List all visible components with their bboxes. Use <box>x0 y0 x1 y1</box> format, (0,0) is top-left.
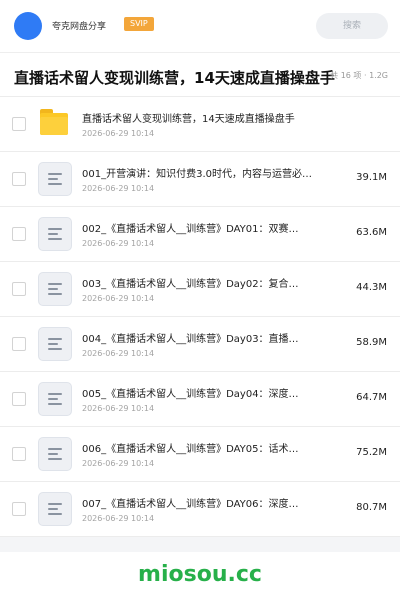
file-name[interactable]: 003_《直播话术留人__训练营》Day02：复合… <box>82 275 318 290</box>
file-size: 44.3M <box>356 282 387 293</box>
watermark: miosou.cc <box>138 562 262 587</box>
file-size: 39.1M <box>356 172 387 183</box>
file-date: 2026-06-29 10:14 <box>82 294 155 303</box>
folder-title-bar: 直播话术留人变现训练营，14天速成直播操盘手 共 16 项 · 1.2G <box>0 52 400 97</box>
row-checkbox[interactable] <box>12 447 26 461</box>
file-size: 64.7M <box>356 392 387 403</box>
brand-name: 夸克网盘分享 <box>52 22 107 32</box>
file-date: 2026-06-29 10:14 <box>82 239 155 248</box>
file-name[interactable]: 002_《直播话术留人__训练营》DAY01：双赛… <box>82 220 318 235</box>
file-size: 75.2M <box>356 447 387 458</box>
file-row[interactable]: 005_《直播话术留人__训练营》Day04：深度… 2026-06-29 10:… <box>0 372 400 427</box>
file-name[interactable]: 004_《直播话术留人__训练营》Day03：直播… <box>82 330 318 345</box>
row-checkbox[interactable] <box>12 117 26 131</box>
page-title: 直播话术留人变现训练营，14天速成直播操盘手 <box>14 69 335 87</box>
file-row[interactable]: 002_《直播话术留人__训练营》DAY01：双赛… 2026-06-29 10:… <box>0 207 400 262</box>
file-icon <box>38 162 72 196</box>
file-list: 直播话术留人变现训练营，14天速成直播操盘手 2026-06-29 10:14 00… <box>0 96 400 537</box>
avatar[interactable] <box>14 12 42 40</box>
file-name[interactable]: 005_《直播话术留人__训练营》Day04：深度… <box>82 385 318 400</box>
folder-icon <box>38 109 68 135</box>
file-size: 63.6M <box>356 227 387 238</box>
file-name[interactable]: 006_《直播话术留人__训练营》DAY05：话术… <box>82 440 318 455</box>
file-date: 2026-06-29 10:14 <box>82 184 155 193</box>
file-date: 2026-06-29 10:14 <box>82 404 155 413</box>
file-icon <box>38 327 72 361</box>
file-icon <box>38 217 72 251</box>
file-icon <box>38 272 72 306</box>
file-name[interactable]: 007_《直播话术留人__训练营》DAY06：深度… <box>82 495 318 510</box>
svip-badge[interactable]: SVIP <box>124 17 154 31</box>
file-date: 2026-06-29 10:14 <box>82 514 155 523</box>
file-icon <box>38 492 72 526</box>
row-checkbox[interactable] <box>12 282 26 296</box>
file-row[interactable]: 001_开营演讲：知识付费3.0时代，内容与运营必… 2026-06-29 10:… <box>0 152 400 207</box>
file-row[interactable]: 004_《直播话术留人__训练营》Day03：直播… 2026-06-29 10:… <box>0 317 400 372</box>
search-input[interactable]: 搜索 <box>316 13 388 39</box>
row-checkbox[interactable] <box>12 337 26 351</box>
file-date: 2026-06-29 10:14 <box>82 349 155 358</box>
file-name[interactable]: 直播话术留人变现训练营，14天速成直播操盘手 <box>82 110 318 125</box>
row-checkbox[interactable] <box>12 392 26 406</box>
file-size: 58.9M <box>356 337 387 348</box>
folder-meta: 共 16 项 · 1.2G <box>330 71 388 80</box>
file-size: 80.7M <box>356 502 387 513</box>
app-header: 夸克网盘分享 SVIP 搜索 <box>0 0 400 52</box>
row-checkbox[interactable] <box>12 172 26 186</box>
file-row[interactable]: 007_《直播话术留人__训练营》DAY06：深度… 2026-06-29 10:… <box>0 482 400 537</box>
file-row[interactable]: 直播话术留人变现训练营，14天速成直播操盘手 2026-06-29 10:14 <box>0 96 400 152</box>
file-icon <box>38 382 72 416</box>
file-name[interactable]: 001_开营演讲：知识付费3.0时代，内容与运营必… <box>82 165 318 180</box>
file-icon <box>38 437 72 471</box>
file-date: 2026-06-29 10:14 <box>82 129 155 138</box>
file-row[interactable]: 006_《直播话术留人__训练营》DAY05：话术… 2026-06-29 10:… <box>0 427 400 482</box>
file-date: 2026-06-29 10:14 <box>82 459 155 468</box>
row-checkbox[interactable] <box>12 502 26 516</box>
file-row[interactable]: 003_《直播话术留人__训练营》Day02：复合… 2026-06-29 10:… <box>0 262 400 317</box>
footer: miosou.cc <box>0 552 400 600</box>
row-checkbox[interactable] <box>12 227 26 241</box>
